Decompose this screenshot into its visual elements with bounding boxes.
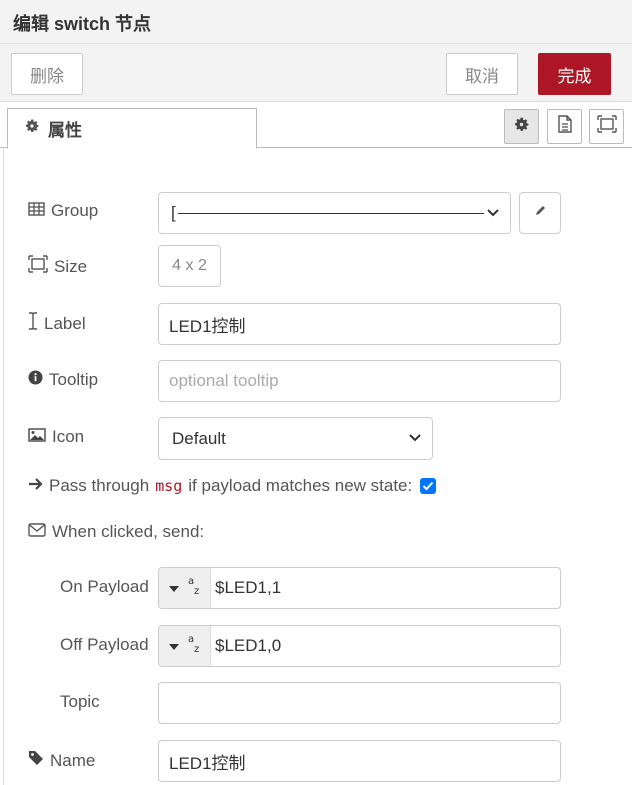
label-row-label: Label (28, 312, 86, 335)
tab-description-button[interactable] (547, 109, 582, 144)
size-button[interactable]: 4 x 2 (158, 245, 221, 287)
on-payload-row-label: On Payload (60, 577, 149, 597)
off-payload-input[interactable]: az $LED1,0 (158, 625, 561, 667)
topic-row-label: Topic (60, 692, 100, 712)
arrow-right-icon (28, 476, 43, 496)
pencil-icon (534, 204, 547, 222)
off-payload-type-button[interactable]: az (159, 626, 211, 666)
group-separator-line (177, 212, 484, 214)
caret-down-icon (168, 578, 179, 598)
on-payload-input[interactable]: az $LED1,1 (158, 567, 561, 609)
size-row-label: Size (28, 255, 87, 278)
chevron-down-icon (486, 205, 500, 226)
tab-appearance-button[interactable] (589, 109, 624, 144)
icon-row-label: Icon (28, 427, 84, 447)
tab-settings-button[interactable] (504, 109, 539, 144)
on-payload-value: $LED1,1 (215, 578, 282, 597)
svg-text:z: z (194, 586, 199, 596)
off-payload-row-label: Off Payload (60, 635, 149, 655)
table-icon (28, 201, 45, 221)
group-select-value: [ (171, 203, 484, 223)
tab-bar: 属性 (0, 102, 632, 149)
dialog-title: 编辑 switch 节点 (13, 14, 152, 34)
off-payload-label: Off Payload (60, 635, 149, 654)
name-label: Name (50, 750, 96, 770)
dialog-header: 编辑 switch 节点 (0, 0, 632, 44)
frame-icon (596, 115, 617, 138)
name-input-value: LED1控制 (169, 753, 246, 773)
tag-icon (28, 750, 44, 771)
pass-through-code: msg (155, 477, 183, 495)
label-input[interactable]: LED1控制 (158, 303, 561, 345)
when-clicked-row-label: When clicked, send: (28, 522, 204, 542)
group-select[interactable]: [ (158, 192, 511, 234)
envelope-icon (28, 522, 46, 542)
dialog-button-bar: 删除 取消 完成 (0, 44, 632, 102)
cancel-button[interactable]: 取消 (446, 53, 518, 95)
topic-input[interactable] (158, 682, 561, 724)
group-row-label: Group (28, 201, 98, 221)
on-payload-type-button[interactable]: az (159, 568, 211, 608)
panel-border (3, 148, 4, 785)
icon-select[interactable]: Default (158, 417, 433, 460)
tab-properties-label: 属性 (48, 121, 82, 141)
label-label: Label (44, 313, 86, 333)
string-type-icon: az (187, 576, 201, 601)
caret-down-icon (168, 636, 179, 656)
tooltip-placeholder: optional tooltip (169, 371, 279, 390)
text-cursor-icon (28, 312, 38, 335)
chevron-down-icon (408, 430, 422, 451)
size-label: Size (54, 256, 88, 276)
pass-through-checkbox[interactable] (420, 478, 437, 494)
label-input-value: LED1控制 (169, 316, 246, 336)
string-type-icon: az (187, 634, 201, 659)
tooltip-input[interactable]: optional tooltip (158, 360, 561, 402)
edit-group-button[interactable] (519, 192, 561, 234)
gear-icon (513, 116, 530, 138)
image-icon (28, 427, 46, 447)
name-row-label: Name (28, 750, 95, 771)
delete-button[interactable]: 删除 (11, 53, 83, 95)
name-input[interactable]: LED1控制 (158, 740, 561, 782)
icon-label: Icon (52, 427, 85, 446)
tooltip-row-label: Tooltip (28, 370, 98, 390)
document-icon (557, 115, 573, 138)
resize-icon (28, 255, 48, 278)
on-payload-label: On Payload (60, 577, 149, 596)
pass-through-suffix: if payload matches new state: (188, 476, 413, 495)
pass-through-prefix: Pass through (49, 476, 150, 495)
when-clicked-label: When clicked, send: (52, 522, 205, 541)
group-select-text: [ (171, 203, 176, 222)
tab-properties[interactable]: 属性 (7, 108, 257, 149)
icon-select-value: Default (172, 428, 226, 448)
off-payload-value: $LED1,0 (215, 636, 282, 655)
topic-label: Topic (60, 692, 100, 711)
pass-through-row: Pass through msg if payload matches new … (28, 476, 437, 496)
svg-text:z: z (194, 644, 199, 654)
done-button[interactable]: 完成 (538, 53, 611, 95)
gear-icon (24, 118, 40, 139)
group-label: Group (51, 201, 99, 220)
info-icon (28, 370, 43, 390)
tooltip-label: Tooltip (49, 370, 99, 389)
